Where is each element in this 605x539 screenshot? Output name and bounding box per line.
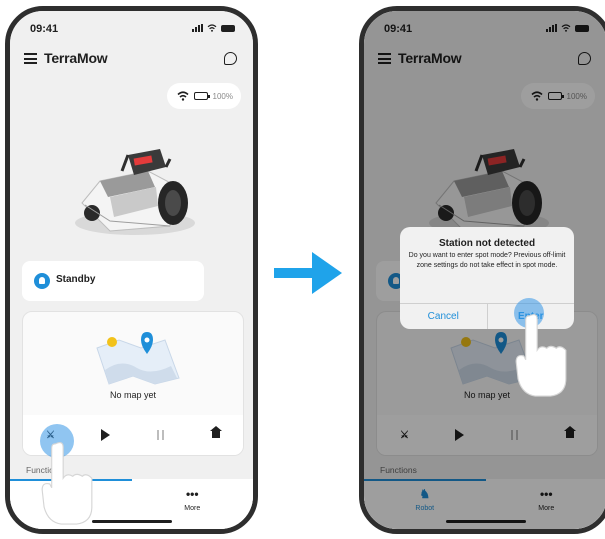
cancel-button[interactable]: Cancel: [400, 304, 487, 329]
status-indicator-icon: [34, 273, 50, 289]
home-icon: [209, 426, 222, 440]
pause-button[interactable]: [150, 424, 172, 446]
pointing-hand-icon: [515, 313, 567, 397]
app-header: TerraMow: [24, 49, 239, 71]
status-bar: 09:41: [30, 23, 235, 37]
tab-more[interactable]: ••• More: [132, 487, 254, 512]
play-icon: [101, 429, 110, 441]
app-screen: 09:41 TerraMow 100%: [364, 11, 605, 529]
return-home-button[interactable]: [205, 424, 227, 446]
more-dots-icon: •••: [185, 487, 199, 501]
mower-image: [75, 149, 195, 235]
empty-map-text: No map yet: [109, 390, 157, 400]
start-button[interactable]: [95, 424, 117, 446]
battery-icon: [193, 92, 210, 100]
status-label: Standby: [56, 274, 96, 285]
chat-icon[interactable]: [224, 52, 237, 65]
phone-after: 09:41 TerraMow 100% No map yet ⚔ Functio…: [359, 6, 605, 534]
system-battery-icon: [221, 24, 235, 32]
dialog-message: Do you want to enter spot mode? Previous…: [408, 252, 566, 269]
battery-percent: 100%: [212, 91, 233, 101]
system-icons: [192, 24, 235, 32]
menu-icon[interactable]: [24, 53, 37, 64]
empty-map-illustration: [96, 332, 180, 385]
flow-arrow-icon: [274, 252, 342, 294]
wifi-icon: [176, 91, 189, 101]
connectivity-pill: 100%: [167, 83, 241, 109]
home-indicator: [91, 520, 172, 523]
status-card[interactable]: Standby: [22, 261, 204, 301]
wifi-status-icon: [207, 24, 217, 32]
dialog-title: Station not detected: [438, 238, 536, 249]
pause-icon: [157, 430, 164, 440]
pointing-hand-icon: [41, 441, 93, 525]
cell-signal-icon: [192, 24, 203, 32]
status-time: 09:41: [30, 23, 59, 35]
app-title: TerraMow: [44, 50, 108, 66]
tab-more-label: More: [184, 505, 201, 512]
